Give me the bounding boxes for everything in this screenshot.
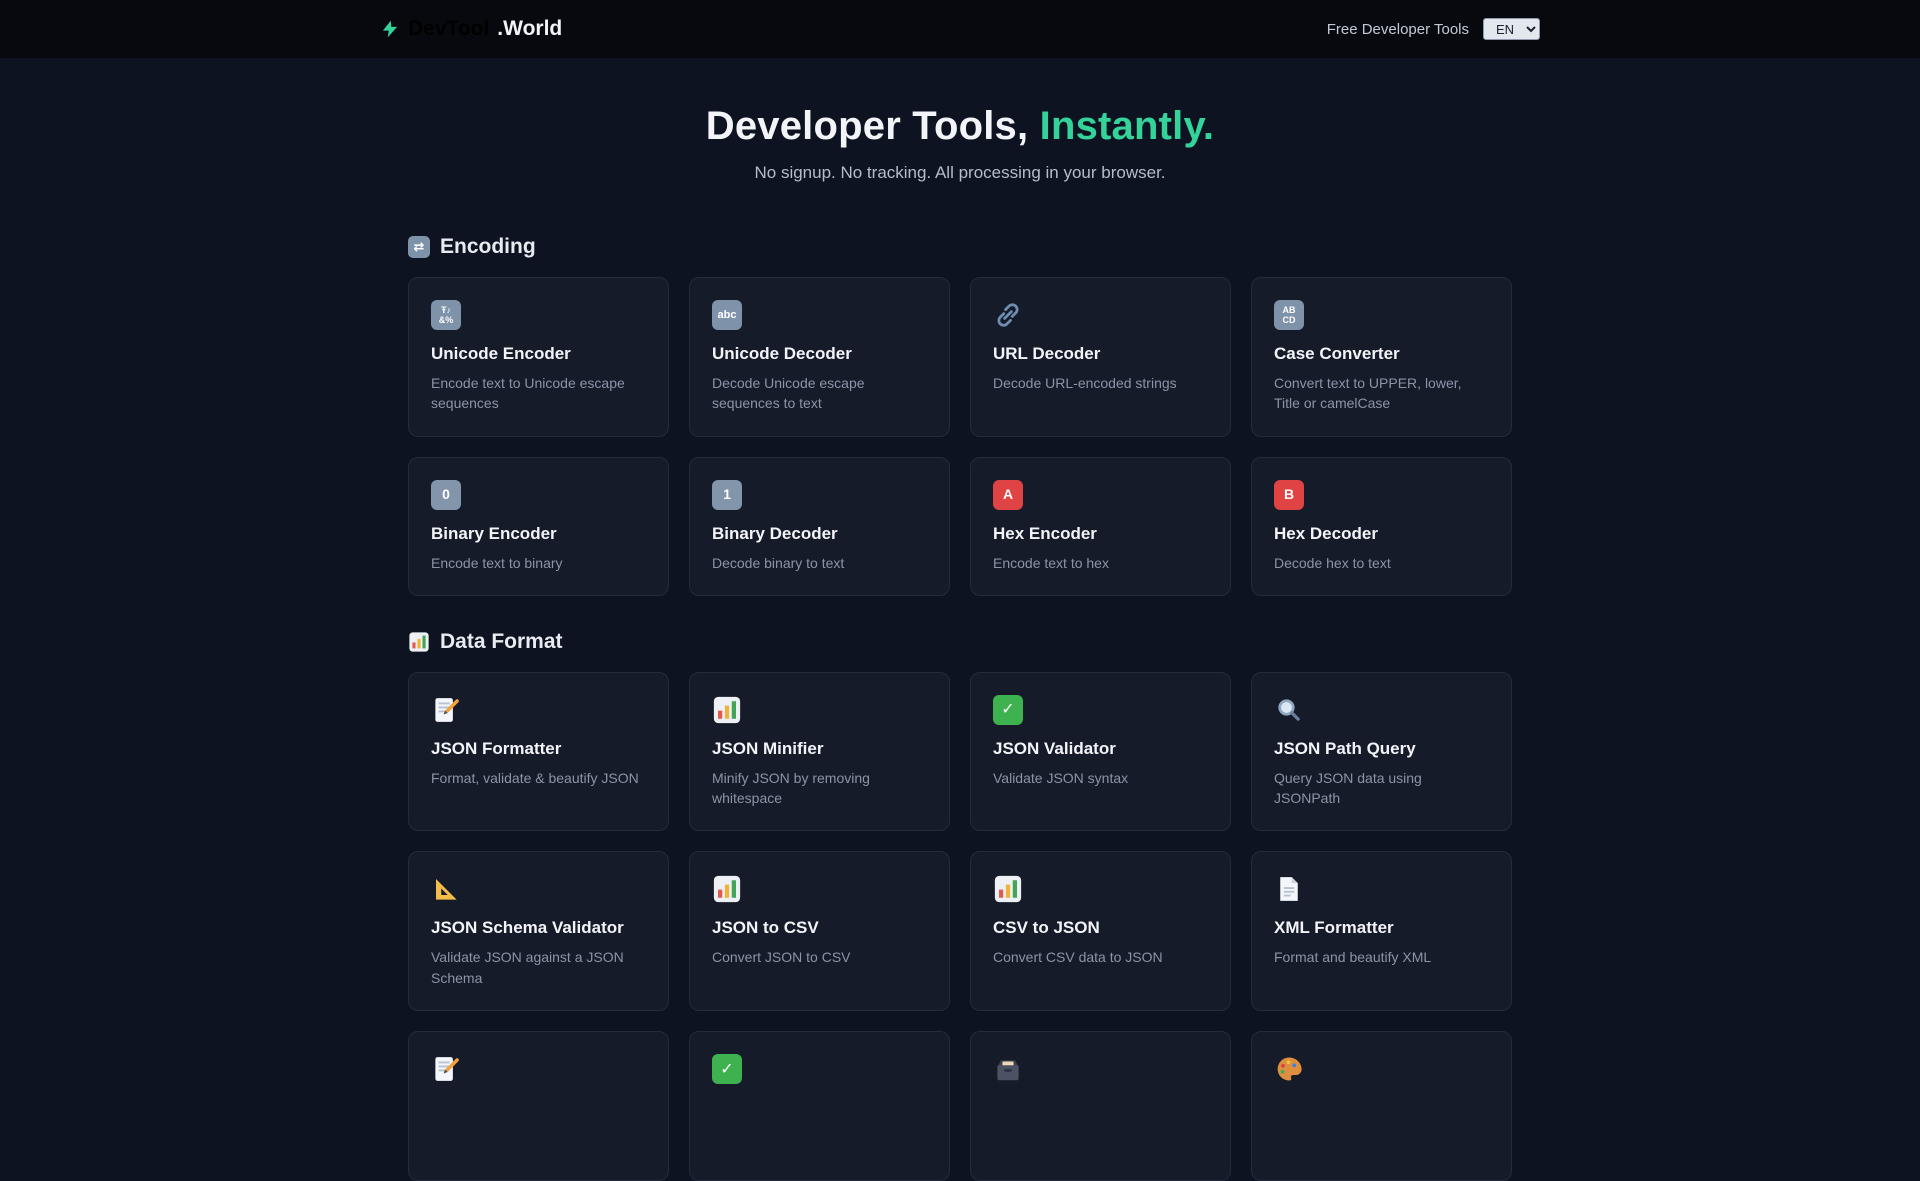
tool-title: JSON Validator — [993, 738, 1116, 758]
abc-icon: abc — [712, 300, 742, 330]
tool-sections: ⇄ Encoding Ŧ♪ &% Unicode Encoder Encode t… — [408, 235, 1512, 1181]
tool-card[interactable]: JSON to CSV Convert JSON to CSV — [689, 851, 950, 1012]
bar-chart-icon — [712, 695, 742, 725]
brand-name-secondary: .World — [497, 17, 563, 40]
header-tagline: Free Developer Tools — [1326, 20, 1469, 38]
tool-description: Format and beautify XML — [1274, 949, 1432, 966]
tool-title: Unicode Decoder — [712, 344, 852, 363]
tool-title: JSON Formatter — [431, 738, 562, 758]
tool-title: JSON Schema Validator — [431, 918, 624, 938]
tool-title: Case Converter — [1274, 344, 1400, 363]
keycap-zero-icon: 0 — [431, 479, 461, 510]
tool-card[interactable] — [408, 1031, 669, 1181]
tool-description: Validate JSON against a JSON Schema — [431, 949, 624, 986]
memo-icon — [431, 695, 461, 725]
tool-card[interactable]: ✓ — [689, 1031, 950, 1181]
tool-title: Unicode Encoder — [431, 344, 571, 363]
tool-card[interactable]: B Hex Decoder Decode hex to text — [1251, 456, 1512, 596]
bar-chart-icon — [993, 874, 1023, 904]
tool-section: ⇄ Encoding Ŧ♪ &% Unicode Encoder Encode t… — [408, 235, 1512, 596]
tool-description: Minify JSON by removing whitespace — [712, 769, 870, 807]
tool-card[interactable]: JSON Minifier Minify JSON by removing wh… — [689, 671, 950, 832]
tool-description: Encode text to hex — [993, 554, 1109, 571]
tool-card[interactable]: 1 Binary Decoder Decode binary to text — [689, 456, 950, 596]
page-subtitle: No signup. No tracking. All processing i… — [754, 163, 1166, 182]
tool-description: Format, validate & beautify JSON — [431, 769, 639, 786]
tool-title: Hex Encoder — [993, 523, 1097, 543]
tool-card[interactable]: abc Unicode Decoder Decode Unicode escap… — [689, 277, 950, 437]
brand-logo[interactable]: DevTool .World — [380, 17, 562, 41]
letter-b-icon: B — [1274, 479, 1304, 510]
tool-title: JSON Minifier — [712, 738, 824, 758]
tool-title: Hex Decoder — [1274, 523, 1378, 543]
bar-chart-icon — [712, 874, 742, 904]
tool-description: Convert text to UPPER, lower, Title or c… — [1274, 375, 1462, 412]
check-mark-icon: ✓ — [993, 694, 1023, 725]
tool-title: JSON to CSV — [712, 918, 819, 938]
tool-title: CSV to JSON — [993, 918, 1100, 938]
tool-title: Binary Decoder — [712, 523, 838, 543]
header-right: Free Developer Tools EN — [1327, 18, 1540, 40]
section-header: Data Format — [408, 630, 1512, 654]
header-inner: DevTool .World Free Developer Tools EN — [380, 17, 1540, 41]
brand-name-primary: DevTool — [408, 17, 490, 40]
tool-title: JSON Path Query — [1274, 738, 1416, 758]
tool-card[interactable] — [970, 1031, 1231, 1181]
link-icon — [993, 300, 1023, 330]
tool-card[interactable]: URL Decoder Decode URL-encoded strings — [970, 277, 1231, 437]
tool-description: Decode binary to text — [712, 554, 845, 571]
bar-chart-icon — [408, 631, 430, 653]
tool-card[interactable]: AB CD Case Converter Convert text to UPPE… — [1251, 277, 1512, 437]
lightning-bolt-icon — [380, 19, 400, 39]
section-title: Encoding — [440, 235, 536, 258]
input-letters-icon: AB CD — [1274, 300, 1304, 330]
tool-description: Encode text to Unicode escape sequences — [431, 375, 625, 412]
tool-card[interactable]: XML Formatter Format and beautify XML — [1251, 851, 1512, 1012]
keycap-one-icon: 1 — [712, 479, 742, 510]
tools-grid: JSON Formatter Format, validate & beauti… — [408, 671, 1512, 1181]
tool-card[interactable]: JSON Schema Validator Validate JSON agai… — [408, 851, 669, 1012]
section-title: Data Format — [440, 629, 563, 653]
tool-description: Decode URL-encoded strings — [993, 375, 1177, 391]
tool-description: Decode Unicode escape sequences to text — [712, 375, 865, 412]
page-title-main: Developer Tools, — [705, 104, 1029, 148]
tool-title: URL Decoder — [993, 344, 1101, 363]
tool-card[interactable]: JSON Path Query Query JSON data using JS… — [1251, 671, 1512, 832]
tool-description: Query JSON data using JSONPath — [1274, 769, 1422, 807]
tool-section: Data Format JSON Formatter Format, valid… — [408, 630, 1512, 1181]
tool-card[interactable]: 0 Binary Encoder Encode text to binary — [408, 456, 669, 596]
section-header: ⇄ Encoding — [408, 235, 1512, 259]
letter-a-icon: A — [993, 479, 1023, 510]
triangle-ruler-icon — [431, 874, 461, 904]
arrows-cycle-icon: ⇄ — [408, 236, 430, 258]
tool-description: Encode text to binary — [431, 554, 563, 571]
tool-card[interactable]: CSV to JSON Convert CSV data to JSON — [970, 851, 1231, 1012]
tool-description: Convert JSON to CSV — [712, 949, 851, 966]
tools-grid: Ŧ♪ &% Unicode Encoder Encode text to Unic… — [408, 277, 1512, 596]
tool-title: Binary Encoder — [431, 523, 557, 543]
magnifier-icon — [1274, 695, 1304, 725]
page-icon — [1274, 874, 1304, 904]
tool-card[interactable]: Ŧ♪ &% Unicode Encoder Encode text to Unic… — [408, 277, 669, 437]
hero: Developer Tools, Instantly. No signup. N… — [0, 58, 1920, 223]
header: DevTool .World Free Developer Tools EN — [0, 0, 1920, 58]
tool-description: Validate JSON syntax — [993, 769, 1129, 786]
tool-card[interactable]: JSON Formatter Format, validate & beauti… — [408, 671, 669, 832]
tool-card[interactable] — [1251, 1031, 1512, 1181]
page-title: Developer Tools, Instantly. — [0, 104, 1920, 149]
input-symbols-icon: Ŧ♪ &% — [431, 300, 461, 330]
tool-description: Decode hex to text — [1274, 554, 1391, 571]
tool-card[interactable]: ✓ JSON Validator Validate JSON syntax — [970, 671, 1231, 832]
tool-card[interactable]: A Hex Encoder Encode text to hex — [970, 456, 1231, 596]
tool-title: XML Formatter — [1274, 918, 1394, 938]
tool-description: Convert CSV data to JSON — [993, 949, 1163, 966]
language-select[interactable]: EN — [1483, 18, 1540, 40]
page-title-accent: Instantly. — [1039, 104, 1215, 148]
